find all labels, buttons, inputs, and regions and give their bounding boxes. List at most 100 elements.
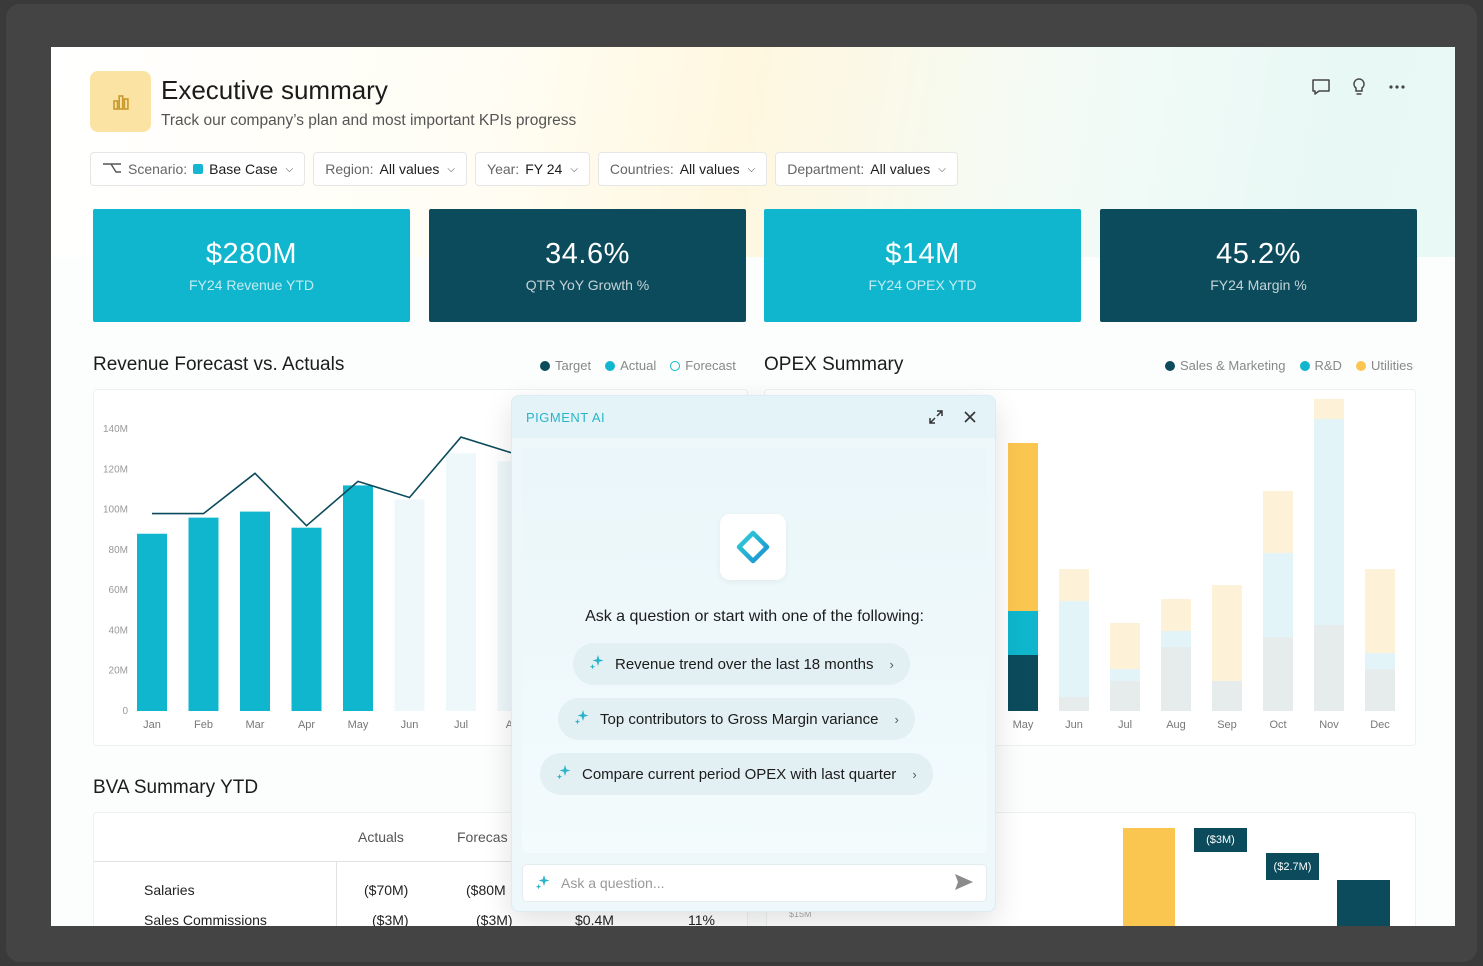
bar-segment [1314, 625, 1344, 711]
chevron-down-icon: ⌵ [570, 163, 578, 175]
legend-item-forecast[interactable]: Forecast [670, 358, 736, 373]
filter-value: FY 24 [525, 161, 563, 177]
suggestion-chip[interactable]: Top contributors to Gross Margin varianc… [558, 698, 915, 740]
ai-panel-body: Ask a question or start with one of the … [522, 448, 987, 853]
column-divider [336, 861, 337, 926]
kpi-value: 34.6% [545, 238, 630, 270]
page-title: Executive summary [161, 75, 388, 105]
legend-swatch [540, 360, 550, 371]
sparkle-icon [535, 874, 551, 893]
header-actions [1311, 77, 1407, 97]
kpi-label: FY24 Revenue YTD [188, 277, 315, 293]
x-tick-label: Dec [1370, 719, 1390, 731]
bva-title: BVA Summary YTD [93, 777, 259, 798]
y-tick-label: 0 [122, 706, 128, 717]
column-header-forecast: Forecas [457, 829, 508, 845]
sparkle-icon [589, 654, 605, 674]
legend-item-utilities[interactable]: Utilities [1355, 358, 1413, 373]
kpi-value: 45.2% [1216, 238, 1301, 270]
filter-value: All values [379, 161, 440, 177]
legend-item-rnd[interactable]: R&D [1299, 358, 1342, 373]
legend-label: Forecast [685, 358, 736, 373]
bar-segment [1110, 669, 1140, 681]
opex-chart-title: OPEX Summary [764, 354, 904, 375]
legend-item-sales-marketing[interactable]: Sales & Marketing [1165, 358, 1286, 373]
ai-panel-title: PIGMENT AI [526, 409, 606, 425]
row-variance: $0.4M [575, 912, 614, 926]
row-name: Salaries [144, 882, 195, 898]
comment-icon[interactable] [1311, 77, 1331, 97]
legend-swatch [605, 360, 616, 371]
x-tick-label: Feb [194, 719, 213, 731]
kpi-card-revenue[interactable]: $280M FY24 Revenue YTD [93, 209, 410, 322]
input-placeholder: Ask a question... [561, 875, 665, 891]
bar-segment [1059, 569, 1089, 601]
legend-item-actual[interactable]: Actual [605, 358, 656, 373]
bar-segment [1110, 623, 1140, 669]
pigment-logo-icon [720, 514, 786, 580]
close-icon[interactable] [959, 406, 981, 428]
filter-region[interactable]: Region: All values ⌵ [313, 152, 468, 186]
kpi-card-margin[interactable]: 45.2% FY24 Margin % [1100, 209, 1417, 322]
ai-panel-header: PIGMENT AI [512, 396, 995, 438]
suggestion-label: Revenue trend over the last 18 months [615, 655, 874, 673]
legend-swatch [670, 360, 681, 371]
y-tick-label: 100M [103, 505, 128, 516]
waterfall-bar-label: ($2.7M) [1266, 853, 1319, 880]
kpi-card-growth[interactable]: 34.6% QTR YoY Growth % [429, 209, 746, 322]
bar-segment [1161, 599, 1191, 631]
x-tick-label: Jul [454, 719, 468, 731]
more-options-icon[interactable] [1387, 77, 1407, 97]
x-tick-label: May [1013, 719, 1034, 731]
legend-swatch [1165, 360, 1175, 371]
row-actuals: ($70M) [364, 882, 409, 898]
opex-chart-legend: Sales & Marketing R&D Utilities [1165, 358, 1413, 373]
legend-label: R&D [1314, 358, 1342, 373]
y-tick-label: 80M [109, 545, 128, 556]
bar-segment [1059, 601, 1089, 697]
x-tick-label: Jun [1065, 719, 1083, 731]
y-tick-label: 140M [103, 424, 128, 435]
waterfall-bar [1123, 828, 1175, 926]
x-tick-label: Oct [1269, 719, 1286, 731]
filter-countries[interactable]: Countries: All values ⌵ [597, 152, 768, 186]
filter-department[interactable]: Department: All values ⌵ [775, 152, 958, 186]
suggestion-chip[interactable]: Revenue trend over the last 18 months › [573, 643, 910, 685]
bar-segment [1008, 655, 1038, 711]
bar-segment [1212, 681, 1242, 711]
lightbulb-icon[interactable] [1349, 77, 1369, 97]
scenario-branch-icon [102, 161, 122, 178]
waterfall-bar [1337, 880, 1390, 926]
kpi-card-opex[interactable]: $14M FY24 OPEX YTD [764, 209, 1081, 322]
bar-segment [1314, 419, 1344, 625]
revenue-chart-title: Revenue Forecast vs. Actuals [93, 354, 345, 375]
bar-actual [240, 511, 270, 711]
legend-label: Actual [620, 358, 657, 373]
ai-question-input[interactable]: Ask a question... [522, 864, 987, 902]
filter-label: Region: [325, 161, 374, 177]
bar-segment [1365, 669, 1395, 711]
expand-icon[interactable] [925, 406, 947, 428]
filter-value: All values [870, 161, 931, 177]
x-tick-label: Sep [1217, 719, 1237, 731]
bar-segment [1263, 637, 1293, 711]
legend-swatch [1355, 360, 1366, 371]
filter-label: Year: [487, 161, 520, 177]
filter-label: Countries: [609, 161, 674, 177]
bar-actual [137, 533, 167, 711]
legend-item-target[interactable]: Target [540, 358, 591, 373]
send-icon[interactable] [954, 873, 974, 894]
row-variance-pct: 11% [688, 912, 715, 926]
suggestion-chip[interactable]: Compare current period OPEX with last qu… [540, 753, 933, 795]
legend-label: Utilities [1370, 358, 1413, 373]
row-forecast: ($80M [466, 882, 506, 898]
filter-scenario[interactable]: Scenario: Base Case ⌵ [90, 152, 306, 186]
bar-segment [1059, 697, 1089, 711]
x-tick-label: Jan [143, 719, 161, 731]
chevron-right-icon: › [889, 656, 894, 672]
bar-segment [1365, 569, 1395, 653]
suggestion-label: Top contributors to Gross Margin varianc… [600, 710, 879, 728]
filter-year[interactable]: Year: FY 24 ⌵ [475, 152, 590, 186]
scenario-color-swatch [193, 164, 204, 174]
filter-bar: Scenario: Base Case ⌵ Region: All values… [90, 152, 958, 186]
